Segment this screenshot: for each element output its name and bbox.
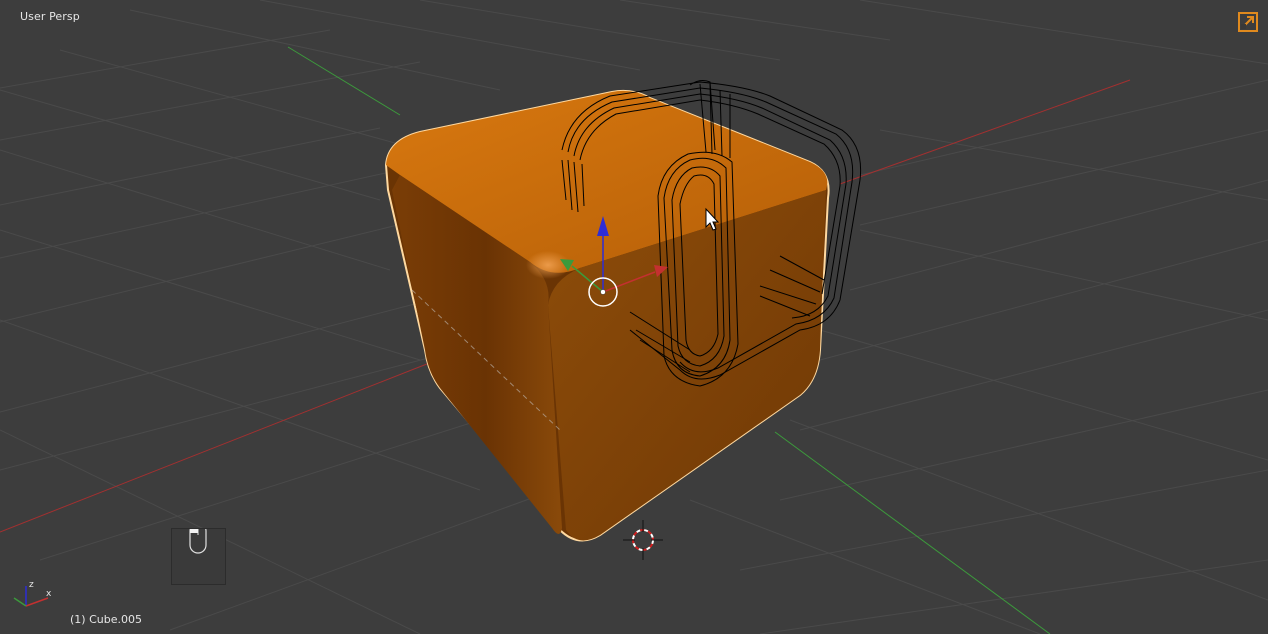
- mouse-icon: [189, 529, 207, 554]
- 3d-viewport[interactable]: User Persp z x (1) Cube.005: [0, 0, 1268, 634]
- axis-z-label: z: [29, 580, 34, 590]
- x-axis-line: [0, 346, 471, 533]
- y-axis-line: [287, 46, 401, 116]
- mouse-button-hint: [171, 528, 226, 585]
- view-name-label: User Persp: [20, 10, 80, 23]
- object-info-label: (1) Cube.005: [70, 613, 142, 626]
- maximize-view-icon[interactable]: [1237, 11, 1259, 33]
- y-axis-line-near: [774, 431, 1051, 634]
- x-axis-line-far: [839, 79, 1131, 185]
- axis-x-label: x: [46, 589, 52, 599]
- 3d-cursor-icon: [623, 520, 663, 560]
- axis-orientation-icon: z x: [8, 576, 58, 612]
- cube-object: [384, 89, 830, 542]
